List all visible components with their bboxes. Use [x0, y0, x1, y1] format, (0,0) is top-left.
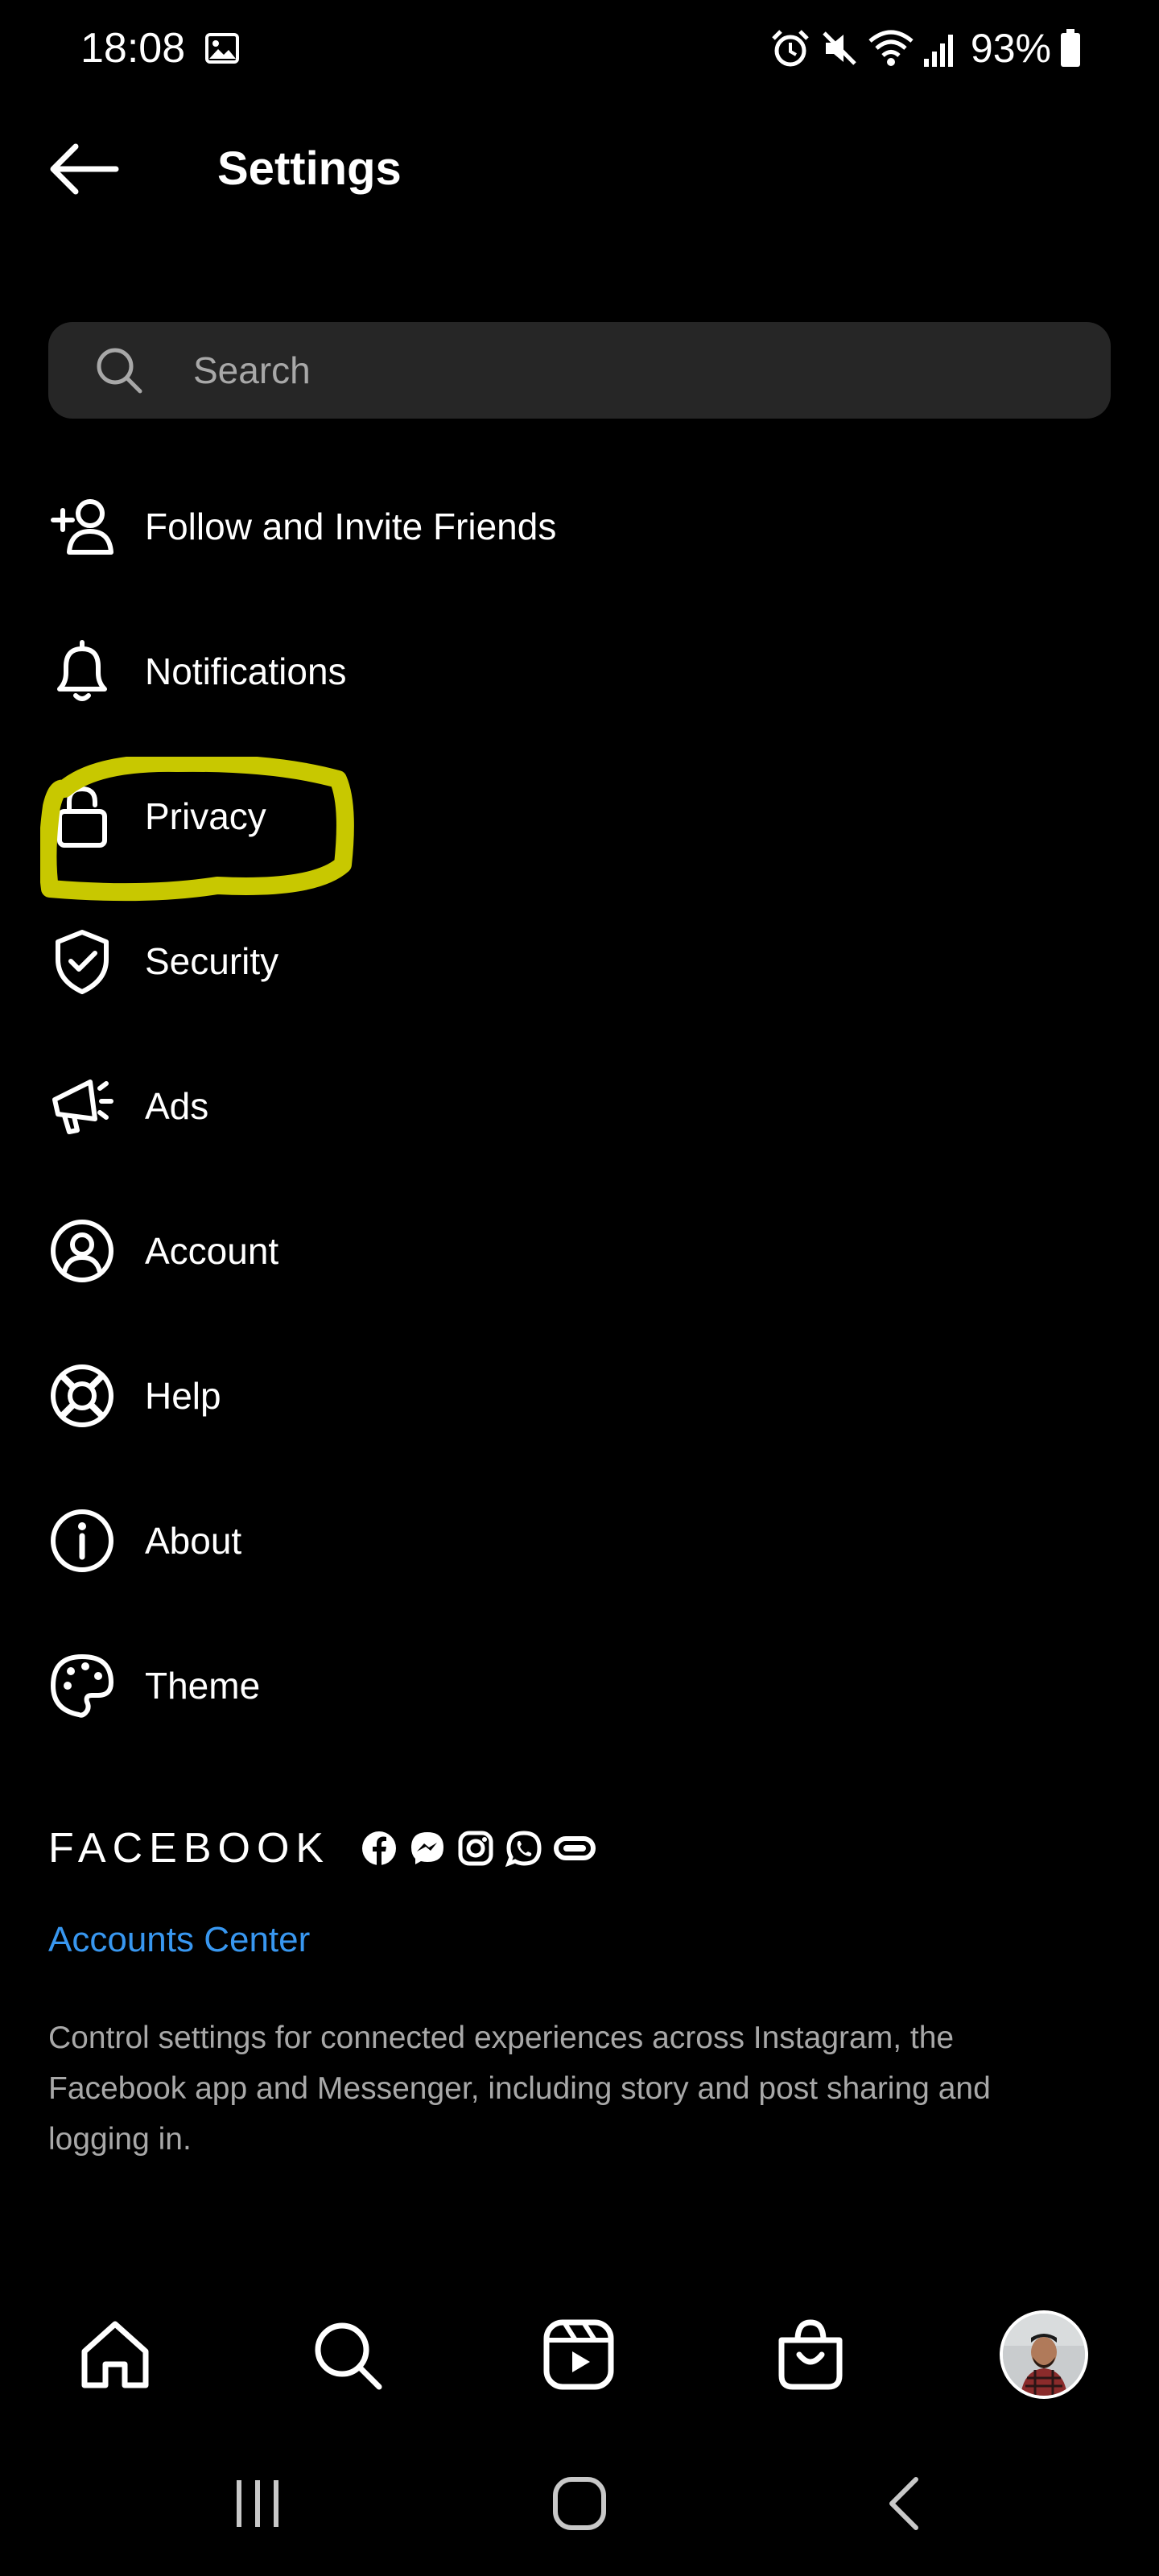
menu-item-about[interactable]: About	[0, 1468, 1159, 1613]
settings-menu: Follow and Invite Friends Notifications …	[0, 454, 1159, 1758]
shop-icon	[778, 2319, 843, 2390]
gallery-icon	[205, 33, 239, 64]
accounts-center-description: Control settings for connected experienc…	[48, 2021, 991, 2157]
avatar-photo	[1003, 2314, 1085, 2396]
back-chevron-icon	[889, 2477, 918, 2530]
status-time: 18:08	[80, 25, 186, 72]
profile-avatar	[1000, 2310, 1088, 2399]
portal-icon	[554, 1836, 596, 1860]
menu-item-ads[interactable]: Ads	[0, 1034, 1159, 1179]
wifi-icon	[868, 30, 914, 66]
signal-icon	[923, 35, 953, 67]
home-button-icon	[553, 2477, 606, 2530]
nav-search-button[interactable]	[295, 2302, 399, 2407]
home-icon	[81, 2321, 149, 2388]
nav-profile-button[interactable]	[992, 2302, 1096, 2407]
shield-check-icon	[56, 930, 109, 994]
accounts-center-link[interactable]: Accounts Center	[48, 1916, 310, 1964]
status-icons: 93%	[769, 23, 1082, 74]
info-icon	[51, 1509, 113, 1572]
menu-item-label: Security	[145, 940, 279, 982]
system-back-button[interactable]	[864, 2471, 945, 2536]
megaphone-icon	[52, 1080, 113, 1134]
palette-icon	[51, 1654, 113, 1718]
menu-item-label: About	[145, 1520, 242, 1562]
menu-item-label: Follow and Invite Friends	[145, 506, 557, 547]
nav-home-button[interactable]	[63, 2302, 167, 2407]
messenger-icon	[411, 1832, 444, 1864]
lifebuoy-icon	[51, 1364, 113, 1427]
facebook-icon	[362, 1831, 397, 1865]
facebook-wordmark: FACEBOOK	[48, 1825, 331, 1872]
bottom-nav	[0, 2302, 1159, 2407]
menu-item-account[interactable]: Account	[0, 1179, 1159, 1323]
menu-item-help[interactable]: Help	[0, 1323, 1159, 1468]
lock-icon	[57, 786, 107, 848]
reels-icon	[543, 2319, 614, 2390]
menu-item-label: Ads	[145, 1085, 209, 1127]
page-title: Settings	[217, 142, 402, 195]
nav-reels-button[interactable]	[526, 2302, 631, 2407]
menu-item-label: Privacy	[145, 795, 266, 837]
menu-item-follow-invite[interactable]: Follow and Invite Friends	[0, 454, 1159, 599]
menu-item-notifications[interactable]: Notifications	[0, 599, 1159, 744]
mute-icon	[823, 31, 856, 65]
meta-app-icons	[361, 1830, 596, 1867]
menu-item-label: Theme	[145, 1665, 261, 1707]
user-circle-icon	[51, 1220, 113, 1282]
battery-icon	[1061, 29, 1080, 67]
bell-icon	[57, 640, 107, 701]
menu-item-label: Account	[145, 1230, 279, 1272]
search-bar[interactable]	[48, 322, 1111, 419]
status-bar: 18:08 93%	[0, 0, 1159, 97]
search-input[interactable]	[193, 322, 1079, 419]
facebook-brand-row: FACEBOOK	[48, 1826, 596, 1871]
system-navigation-bar	[0, 2463, 1159, 2544]
menu-item-theme[interactable]: Theme	[0, 1613, 1159, 1758]
instagram-icon	[458, 1831, 493, 1866]
battery-percent: 93%	[970, 26, 1051, 71]
add-person-icon	[51, 499, 113, 555]
arrow-left-icon	[50, 143, 119, 195]
alarm-icon	[772, 30, 809, 67]
menu-item-label: Notifications	[145, 650, 347, 692]
search-icon	[97, 348, 142, 394]
nav-shop-button[interactable]	[758, 2302, 863, 2407]
recent-apps-icon	[237, 2480, 278, 2527]
whatsapp-icon	[505, 1831, 542, 1867]
back-button[interactable]	[45, 140, 122, 198]
menu-item-label: Help	[145, 1375, 221, 1417]
home-button[interactable]	[539, 2471, 620, 2536]
recent-apps-button[interactable]	[217, 2471, 298, 2536]
search-icon	[315, 2322, 382, 2390]
menu-item-privacy[interactable]: Privacy	[0, 744, 1159, 889]
header: Settings	[0, 121, 1159, 217]
menu-item-security[interactable]: Security	[0, 889, 1159, 1034]
